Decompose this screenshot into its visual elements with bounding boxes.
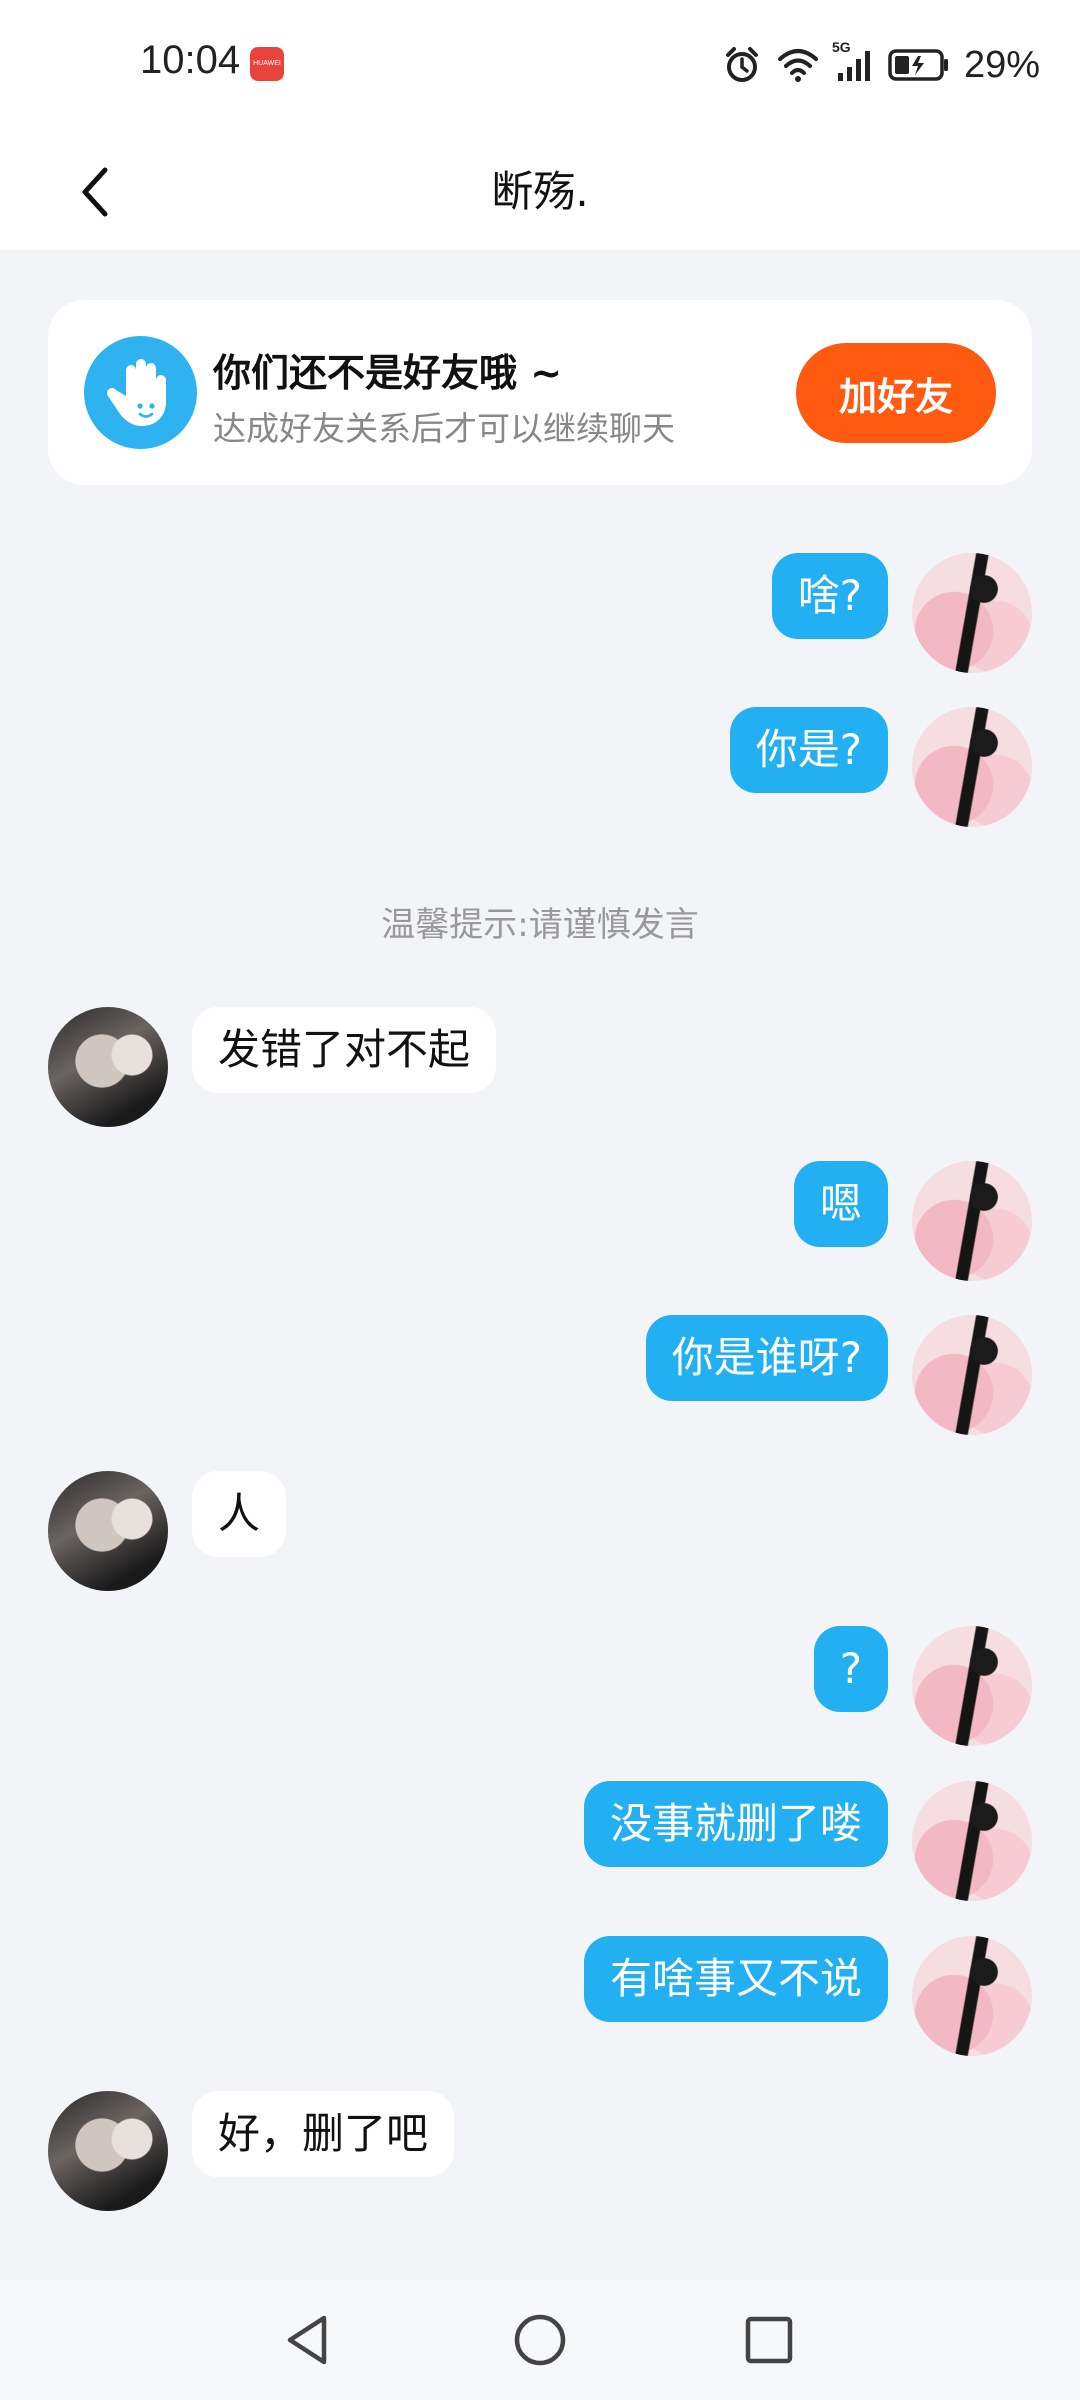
message-row: 你是? bbox=[0, 707, 1080, 827]
sent-message-bubble[interactable]: 有啥事又不说 bbox=[583, 1936, 888, 2022]
sent-message-bubble[interactable]: 你是? bbox=[729, 707, 888, 793]
add-friend-button[interactable]: 加好友 bbox=[796, 343, 996, 443]
triangle-back-icon bbox=[287, 2315, 327, 2365]
wifi-icon bbox=[776, 47, 820, 83]
sent-message-bubble[interactable]: ? bbox=[813, 1626, 888, 1712]
circle-home-icon bbox=[514, 2314, 566, 2366]
message-row: 你是谁呀? bbox=[0, 1315, 1080, 1435]
my-avatar[interactable] bbox=[912, 1315, 1032, 1435]
message-row: 人 bbox=[0, 1471, 1080, 1591]
my-avatar[interactable] bbox=[912, 1161, 1032, 1281]
hand-wave-icon bbox=[84, 336, 197, 449]
square-recents-icon bbox=[745, 2316, 793, 2364]
signal-icon: 5G bbox=[832, 39, 874, 83]
chat-header: 断殇. bbox=[0, 130, 1080, 250]
status-icons: 5G 29% bbox=[722, 39, 1040, 90]
received-message-bubble[interactable]: 人 bbox=[192, 1471, 287, 1557]
sent-message-bubble[interactable]: 你是谁呀? bbox=[645, 1315, 888, 1401]
nav-home-button[interactable] bbox=[504, 2304, 576, 2376]
my-avatar[interactable] bbox=[912, 1936, 1032, 2056]
message-row: 没事就删了喽 bbox=[0, 1781, 1080, 1901]
status-bar: 10:04 HUAWEI 5G 29% bbox=[0, 0, 1080, 130]
sent-message-bubble[interactable]: 没事就删了喽 bbox=[583, 1781, 888, 1867]
caution-tip: 温馨提示:请谨慎发言 bbox=[381, 905, 699, 945]
chat-title: 断殇. bbox=[491, 167, 589, 216]
my-avatar[interactable] bbox=[912, 1626, 1032, 1746]
contact-avatar[interactable] bbox=[48, 1007, 168, 1127]
sent-message-bubble[interactable]: 嗯 bbox=[793, 1161, 888, 1247]
nav-recents-button[interactable] bbox=[733, 2304, 805, 2376]
contact-avatar[interactable] bbox=[48, 1471, 168, 1591]
battery-percent: 29% bbox=[963, 43, 1040, 86]
not-friends-subtitle: 达成好友关系后才可以继续聊天 bbox=[213, 409, 675, 448]
network-type: 5G bbox=[831, 39, 851, 55]
my-avatar[interactable] bbox=[912, 707, 1032, 827]
alarm-icon bbox=[722, 45, 762, 85]
system-nav-bar bbox=[0, 2280, 1080, 2400]
message-row: 有啥事又不说 bbox=[0, 1936, 1080, 2056]
nav-back-button[interactable] bbox=[272, 2304, 344, 2376]
message-row: 嗯 bbox=[0, 1161, 1080, 1281]
received-message-bubble[interactable]: 发错了对不起 bbox=[192, 1007, 497, 1093]
my-avatar[interactable] bbox=[912, 553, 1032, 673]
my-avatar[interactable] bbox=[912, 1781, 1032, 1901]
sent-message-bubble[interactable]: 啥? bbox=[771, 553, 888, 639]
battery-icon bbox=[888, 48, 950, 82]
friend-notice-card: 你们还不是好友哦 ~ 达成好友关系后才可以继续聊天 加好友 bbox=[48, 300, 1032, 485]
not-friends-title: 你们还不是好友哦 ~ bbox=[213, 351, 563, 395]
message-row: ? bbox=[0, 1626, 1080, 1746]
contact-avatar[interactable] bbox=[48, 2091, 168, 2211]
status-time: 10:04 bbox=[140, 38, 241, 82]
app-store-badge-icon: HUAWEI bbox=[250, 47, 284, 81]
message-row: 好，删了吧 bbox=[0, 2091, 1080, 2211]
message-row: 啥? bbox=[0, 553, 1080, 673]
message-row: 发错了对不起 bbox=[0, 1007, 1080, 1127]
received-message-bubble[interactable]: 好，删了吧 bbox=[192, 2091, 455, 2177]
